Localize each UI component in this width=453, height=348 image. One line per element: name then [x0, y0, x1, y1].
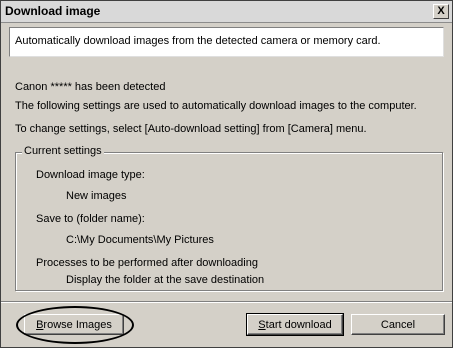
save-folder-label: Save to (folder name):	[36, 213, 145, 225]
change-settings-message: To change settings, select [Auto-downloa…	[15, 123, 367, 135]
save-folder-value: C:\My Documents\My Pictures	[66, 234, 214, 246]
close-button[interactable]: X	[433, 4, 449, 19]
post-process-label: Processes to be performed after download…	[36, 257, 258, 269]
description-panel: Automatically download images from the d…	[9, 27, 444, 57]
detected-message: Canon ***** has been detected	[15, 81, 166, 93]
cancel-button[interactable]: Cancel	[351, 314, 445, 335]
post-process-value: Display the folder at the save destinati…	[66, 274, 265, 286]
close-icon: X	[437, 5, 445, 17]
download-type-label: Download image type:	[36, 169, 145, 181]
current-settings-legend: Current settings	[22, 145, 104, 157]
title-bar[interactable]: Download image X	[1, 1, 452, 23]
download-image-dialog: Download image X Automatically download …	[0, 0, 453, 348]
start-download-label: Start download	[258, 319, 331, 331]
cancel-label: Cancel	[380, 319, 416, 331]
current-settings-group: Current settings Download image type: Ne…	[15, 145, 443, 291]
browse-label-rest: rowse Images	[43, 319, 112, 331]
start-hotkey: S	[258, 319, 266, 331]
description-text: Automatically download images from the d…	[15, 35, 381, 47]
start-label-rest: tart download	[265, 319, 332, 331]
start-download-button[interactable]: Start download	[246, 313, 344, 336]
browse-images-label: Browse Images	[36, 319, 112, 331]
download-type-value: New images	[66, 190, 127, 202]
button-separator	[1, 301, 452, 303]
browse-images-button[interactable]: Browse Images	[24, 314, 124, 335]
window-title: Download image	[5, 4, 101, 18]
settings-info-message: The following settings are used to autom…	[15, 100, 417, 112]
